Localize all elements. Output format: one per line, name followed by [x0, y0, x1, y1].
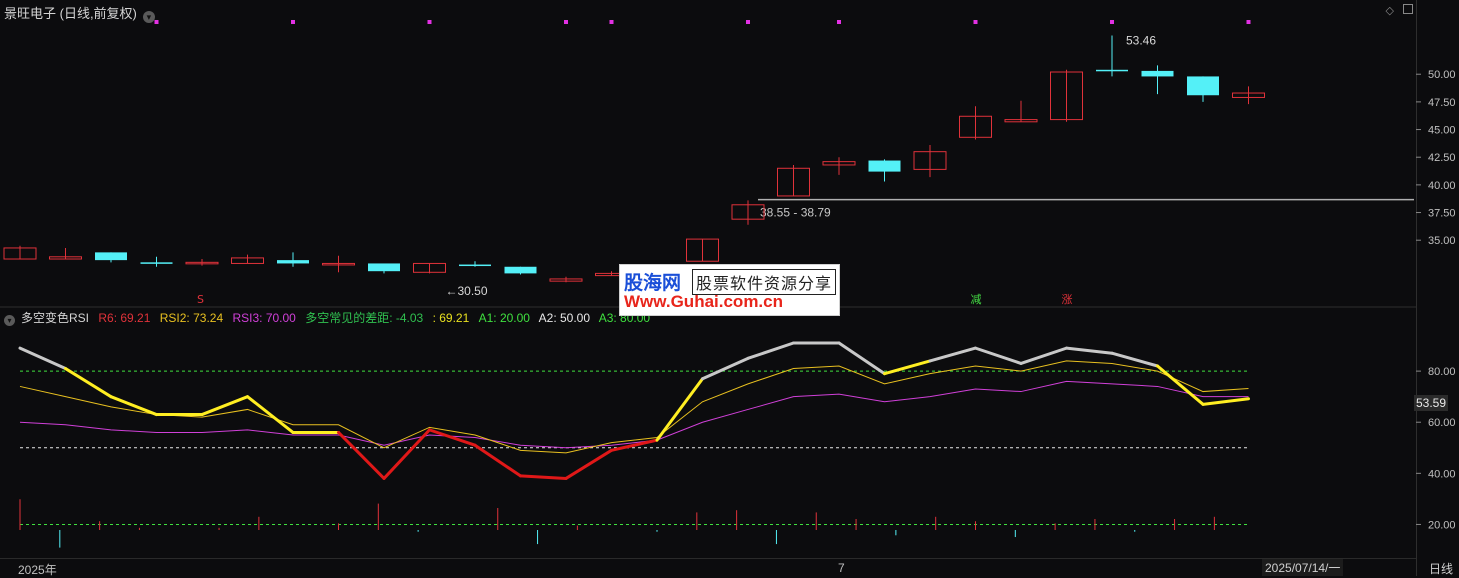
- x-axis-label-month: 7: [838, 561, 845, 575]
- candle-body-down: [868, 160, 901, 172]
- watermark-url: Www.Guhai.com.cn: [624, 292, 783, 311]
- signal-marker: 涨: [1062, 293, 1073, 306]
- r6-segment: [200, 395, 249, 417]
- crosshair-date: 2025/07/14/一: [1262, 559, 1344, 576]
- r6-segment: [246, 395, 295, 434]
- rsi-legend: ▾ 多空变色RSI R6: 69.21 RSI2: 73.24 RSI3: 70.…: [4, 309, 656, 326]
- rsi-tick-label: 80.00: [1428, 366, 1456, 378]
- candle-body-down: [95, 252, 127, 261]
- signal-dot: [427, 20, 432, 24]
- r6-segment: [64, 367, 113, 399]
- current-value-badge: 53.59: [1414, 395, 1449, 411]
- r6-segment: [1156, 364, 1205, 406]
- legend-value: : 69.21: [432, 311, 470, 325]
- r6-segment: [928, 346, 977, 363]
- period-label[interactable]: 日线: [1429, 560, 1453, 577]
- watermark-brand: 股海网: [624, 273, 682, 294]
- r6-segment: [109, 395, 158, 417]
- price-tick-label: 40.00: [1428, 180, 1456, 192]
- price-tick-label: 45.00: [1428, 125, 1456, 137]
- signal-marker: S: [197, 293, 204, 306]
- r6-segment: [519, 474, 568, 480]
- legend-a2: A2: 50.00: [538, 311, 591, 325]
- r6-segment: [1110, 351, 1159, 368]
- candle-body-down: [459, 264, 491, 267]
- r6-segment: [337, 430, 386, 480]
- r6-segment: [746, 341, 795, 360]
- x-axis-label-year: 2025年: [18, 563, 57, 577]
- price-tick-label: 37.50: [1428, 208, 1456, 220]
- legend-a1: A1: 20.00: [478, 311, 530, 325]
- legend-gap: 多空常见的差距: -4.03: [305, 311, 424, 325]
- r6-segment: [883, 359, 932, 376]
- price-tick-label: 50.00: [1428, 69, 1456, 81]
- candle-body-down: [1141, 70, 1174, 77]
- rsi-tick-label: 60.00: [1428, 417, 1456, 429]
- watermark-logo: 股海网 股票软件资源分享 Www.Guhai.com.cn: [619, 264, 840, 316]
- signal-dot: [154, 20, 159, 24]
- r6-segment: [564, 448, 613, 480]
- price-tick-label: 42.50: [1428, 152, 1456, 164]
- rsi2-line: [19, 360, 1249, 454]
- r6-segment: [1065, 346, 1114, 355]
- candle-body-down: [368, 263, 400, 272]
- signal-dot: [746, 20, 750, 24]
- low-label: ←30.50: [446, 284, 488, 298]
- signal-dot: [837, 20, 841, 24]
- candle-body-down: [1096, 69, 1128, 72]
- rsi-tick-label: 20.00: [1428, 519, 1456, 531]
- r6-segment: [701, 356, 750, 381]
- r6-segment: [473, 443, 522, 478]
- candle-body-down: [1187, 76, 1219, 96]
- high-label: 53.46: [1126, 33, 1156, 47]
- support-level-label: 38.55 - 38.79: [760, 206, 831, 220]
- signal-dot: [564, 20, 568, 24]
- signal-dot: [1110, 20, 1114, 24]
- rsi-tick-label: 40.00: [1428, 468, 1456, 480]
- r6-segment: [1019, 346, 1068, 365]
- price-tick-label: 35.00: [1428, 235, 1456, 247]
- signal-marker: 减: [971, 293, 982, 306]
- r6-segment: [974, 346, 1023, 365]
- signal-dot: [609, 20, 614, 24]
- signal-dot: [291, 20, 295, 24]
- candle-body-down: [277, 260, 309, 264]
- signal-dot: [1246, 20, 1251, 24]
- chevron-down-icon[interactable]: ▾: [4, 315, 15, 326]
- price-tick-label: 47.50: [1428, 97, 1456, 109]
- r6-segment: [18, 346, 67, 371]
- legend-rsi2: RSI2: 73.24: [159, 311, 224, 325]
- legend-r6: R6: 69.21: [98, 311, 151, 325]
- r6-segment: [1201, 397, 1250, 406]
- signal-dot: [973, 20, 978, 24]
- legend-rsi3: RSI3: 70.00: [232, 311, 296, 325]
- x-axis: 2025年 7 2025/07/14/一: [0, 558, 1416, 577]
- candle-body-down: [140, 262, 173, 264]
- rsi-title: 多空变色RSI: [21, 311, 90, 325]
- candle-body-down: [504, 266, 537, 274]
